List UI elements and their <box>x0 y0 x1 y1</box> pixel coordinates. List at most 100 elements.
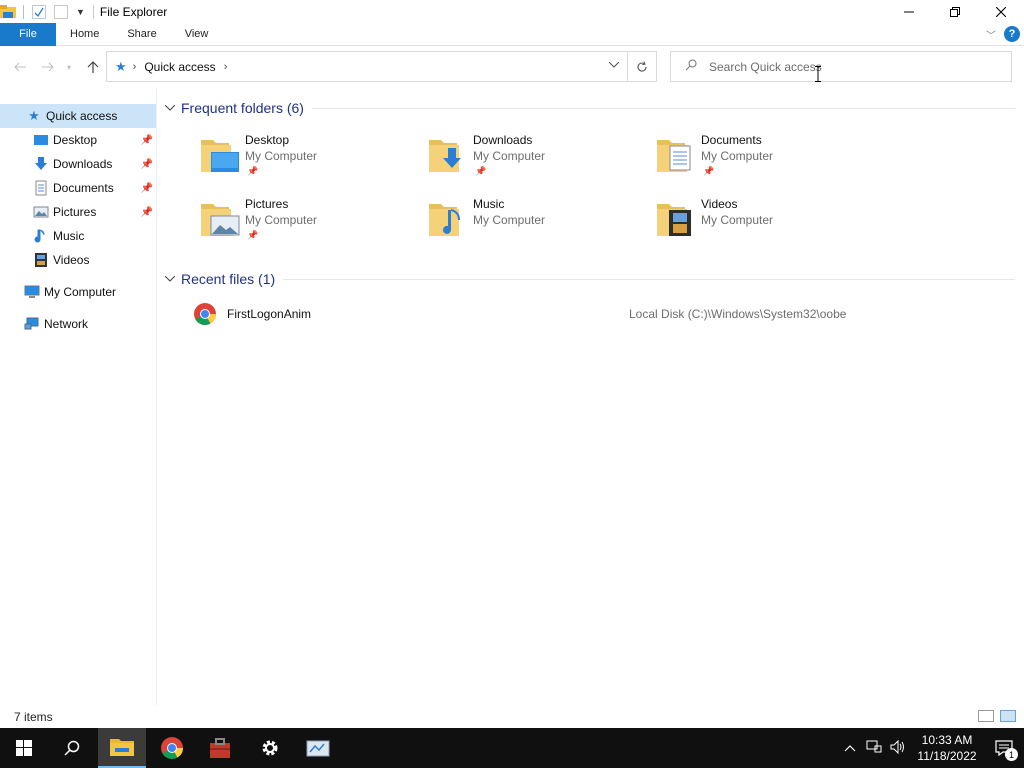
file-explorer-icon <box>110 739 134 756</box>
address-bar[interactable]: ★ › Quick access › <box>106 51 628 82</box>
clock-time: 10:33 AM <box>921 733 973 747</box>
help-icon[interactable]: ? <box>1004 26 1020 42</box>
nav-documents[interactable]: Documents 📌 <box>33 176 153 200</box>
windows-logo-icon <box>16 740 32 756</box>
chrome-icon <box>161 737 183 759</box>
breadcrumb-chevron-icon[interactable]: › <box>133 61 137 73</box>
forward-arrow-icon[interactable] <box>40 59 56 75</box>
folder-name: Music <box>473 197 505 211</box>
action-center-button[interactable]: 1 <box>984 728 1024 768</box>
collapse-chevron-icon[interactable] <box>164 274 176 285</box>
restore-button[interactable] <box>932 0 978 23</box>
expand-ribbon-chevron-icon[interactable]: ﹀ <box>986 27 996 42</box>
quick-access-toolbar: ▼ <box>0 0 93 23</box>
folder-tile-pictures[interactable]: Pictures My Computer 📌 <box>199 192 419 242</box>
nav-label: My Computer <box>44 285 117 299</box>
title-bar: ▼ File Explorer <box>0 0 1024 23</box>
close-button[interactable] <box>978 0 1024 23</box>
taskbar-chrome[interactable] <box>148 728 196 768</box>
desktop-folder-icon <box>201 140 239 172</box>
item-count: 7 items <box>14 710 53 724</box>
breadcrumb-quick-access[interactable]: Quick access <box>144 60 215 74</box>
status-bar: 7 items <box>0 706 1024 728</box>
nav-my-computer[interactable]: My Computer <box>24 280 154 304</box>
minimize-button[interactable] <box>886 0 932 23</box>
pin-icon[interactable]: 📌 <box>141 135 153 146</box>
nav-quick-access[interactable]: ★ Quick access <box>0 104 156 128</box>
address-row: ▾ ★ › Quick access › <box>0 46 1024 88</box>
network-status-icon[interactable] <box>862 740 886 757</box>
details-view-icon[interactable] <box>978 710 994 722</box>
nav-downloads[interactable]: Downloads 📌 <box>33 152 153 176</box>
recent-locations-chevron-icon[interactable]: ▾ <box>64 59 74 75</box>
section-divider <box>283 278 1015 280</box>
collapse-chevron-icon[interactable] <box>164 103 176 114</box>
notification-count-badge: 1 <box>1005 748 1018 761</box>
show-hidden-icons-chevron-icon[interactable] <box>838 741 862 755</box>
large-icons-view-icon[interactable] <box>1000 710 1016 722</box>
nav-pictures[interactable]: Pictures 📌 <box>33 200 153 224</box>
breadcrumb-chevron-icon[interactable]: › <box>224 61 228 73</box>
tab-home[interactable]: Home <box>56 23 113 46</box>
new-folder-icon[interactable] <box>54 4 68 19</box>
taskbar-toolbox-app[interactable] <box>196 728 244 768</box>
pin-icon: 📌 <box>247 166 259 176</box>
recent-files-header[interactable]: Recent files (1) <box>164 271 1015 287</box>
folder-tile-documents[interactable]: Documents My Computer 📌 <box>655 128 875 178</box>
folder-tile-videos[interactable]: Videos My Computer <box>655 192 875 242</box>
toolbox-icon <box>210 738 230 758</box>
tab-share[interactable]: Share <box>113 23 170 46</box>
nav-label: Quick access <box>46 109 118 123</box>
customize-qat-chevron-icon[interactable]: ▼ <box>76 7 85 17</box>
tab-file[interactable]: File <box>0 22 56 46</box>
recent-file-row[interactable]: FirstLogonAnim Local Disk (C:)\Windows\S… <box>193 300 1013 328</box>
chrome-icon <box>194 303 216 325</box>
pin-icon[interactable]: 📌 <box>141 183 153 194</box>
desktop-icon <box>34 135 48 145</box>
file-explorer-icon[interactable] <box>0 4 16 20</box>
properties-icon[interactable] <box>32 4 46 19</box>
clock[interactable]: 10:33 AM 11/18/2022 <box>910 732 984 764</box>
search-button[interactable] <box>48 728 96 768</box>
nav-label: Network <box>44 317 89 331</box>
videos-folder-icon <box>657 204 691 236</box>
nav-music[interactable]: Music <box>33 224 153 248</box>
tab-view[interactable]: View <box>171 23 223 46</box>
folder-tile-desktop[interactable]: Desktop My Computer 📌 <box>199 128 419 178</box>
nav-desktop[interactable]: Desktop 📌 <box>33 128 153 152</box>
search-input[interactable] <box>709 59 989 74</box>
folder-location: My Computer <box>701 213 774 227</box>
taskbar: 10:33 AM 11/18/2022 1 <box>0 728 1024 768</box>
nav-videos[interactable]: Videos <box>33 248 153 272</box>
taskbar-settings[interactable] <box>246 728 294 768</box>
videos-icon <box>35 253 47 267</box>
system-tray: 10:33 AM 11/18/2022 1 <box>838 728 1024 768</box>
computer-icon <box>24 285 40 298</box>
downloads-folder-icon <box>429 140 461 172</box>
address-dropdown-icon[interactable] <box>608 60 620 71</box>
folder-location: My Computer <box>245 149 318 163</box>
folder-location: My Computer <box>245 213 318 227</box>
pictures-folder-icon <box>201 204 240 236</box>
back-arrow-icon[interactable] <box>12 59 28 75</box>
navigation-pane: ★ Quick access Desktop 📌 Downloads 📌 Doc… <box>0 88 157 706</box>
up-arrow-icon[interactable] <box>85 59 101 75</box>
music-folder-icon <box>429 204 460 236</box>
folder-tile-downloads[interactable]: Downloads My Computer 📌 <box>427 128 647 178</box>
folder-tile-music[interactable]: Music My Computer <box>427 192 647 242</box>
content-pane: Frequent folders (6) Desktop My Computer… <box>157 88 1024 706</box>
view-buttons <box>978 710 1016 722</box>
volume-icon[interactable] <box>886 739 910 757</box>
taskbar-file-explorer[interactable] <box>98 728 146 768</box>
start-button[interactable] <box>0 728 48 768</box>
nav-label: Videos <box>53 253 90 267</box>
search-box[interactable] <box>670 51 1012 82</box>
pin-icon[interactable]: 📌 <box>141 207 153 218</box>
taskbar-control-panel[interactable] <box>294 728 342 768</box>
nav-network[interactable]: Network <box>24 312 154 336</box>
section-title: Recent files (1) <box>181 271 276 287</box>
frequent-folders-header[interactable]: Frequent folders (6) <box>164 100 1015 116</box>
pin-icon[interactable]: 📌 <box>141 159 153 170</box>
quick-access-star-icon: ★ <box>28 108 40 123</box>
refresh-button[interactable] <box>628 51 657 82</box>
